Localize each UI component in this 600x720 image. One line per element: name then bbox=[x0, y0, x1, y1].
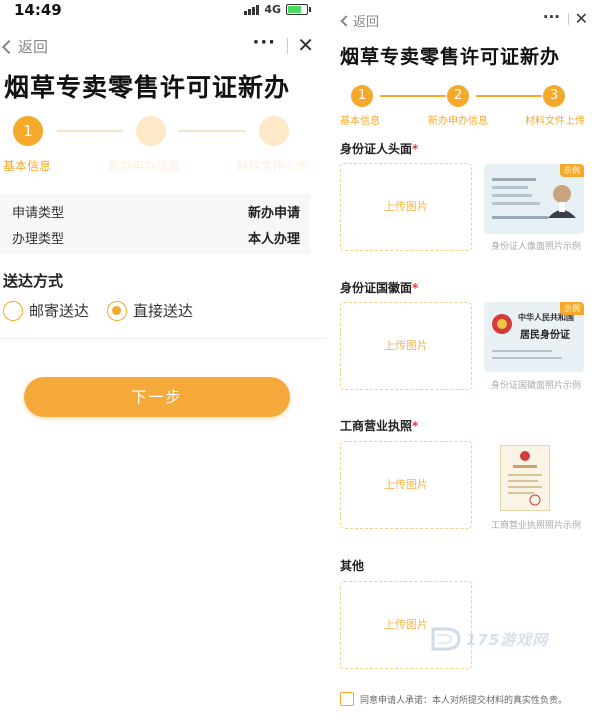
close-icon[interactable]: ✕ bbox=[297, 33, 314, 57]
upload-id-front[interactable]: 上传图片 bbox=[340, 163, 472, 251]
required-mark: * bbox=[412, 281, 419, 295]
step-connector bbox=[57, 130, 123, 132]
section-title-text: 身份证国徽面 bbox=[340, 281, 413, 295]
step-2-label: 新办申办信息 bbox=[108, 159, 181, 173]
step-1-label: 基本信息 bbox=[3, 159, 52, 173]
more-icon[interactable]: ··· bbox=[252, 32, 276, 53]
page-title: 烟草专卖零售许可证新办 bbox=[340, 46, 561, 68]
step-indicator: 1 2 3 基本信息 新办申办信息 材料文件上传 bbox=[326, 82, 600, 127]
radio-mail-delivery[interactable]: 邮寄送达 bbox=[3, 300, 89, 321]
required-mark: * bbox=[412, 419, 419, 433]
section-title-id-front: 身份证人头面* bbox=[340, 140, 418, 157]
section-title-other: 其他 bbox=[340, 557, 364, 574]
sample-tag: 示例 bbox=[560, 302, 584, 315]
right-nav-bar: 返回 ··· ✕ bbox=[326, 8, 600, 34]
info-value: 本人办理 bbox=[247, 232, 300, 247]
step-3-circle: 3 bbox=[543, 85, 565, 107]
page-title: 烟草专卖零售许可证新办 bbox=[4, 73, 291, 102]
application-info-card: 申请类型 新办申请 办理类型 本人办理 bbox=[0, 194, 310, 254]
close-icon[interactable]: ✕ bbox=[575, 9, 588, 28]
section-title-text: 工商营业执照 bbox=[340, 419, 413, 433]
network-type: 4G bbox=[264, 3, 281, 16]
info-key: 办理类型 bbox=[12, 232, 65, 247]
next-step-button[interactable]: 下一步 bbox=[24, 377, 290, 417]
agreement-text: 同意申请人承诺：本人对所提交材料的真实性负责。 bbox=[360, 695, 568, 706]
back-label: 返回 bbox=[353, 15, 380, 30]
step-1-circle: 1 bbox=[351, 85, 373, 107]
upload-other[interactable]: 上传图片 bbox=[340, 581, 472, 669]
radio-direct-delivery[interactable]: 直接送达 bbox=[107, 300, 193, 321]
agreement-row[interactable]: 同意申请人承诺：本人对所提交材料的真实性负责。 bbox=[340, 692, 567, 706]
sample-tag: 示例 bbox=[560, 164, 584, 177]
step-connector bbox=[476, 95, 542, 97]
id-back-sample-image: 中华人民共和国 居民身份证 示例 bbox=[484, 302, 584, 372]
radio-label: 邮寄送达 bbox=[29, 302, 90, 320]
upload-id-back[interactable]: 上传图片 bbox=[340, 302, 472, 390]
watermark: 175游戏网 bbox=[430, 626, 548, 652]
nav-divider bbox=[287, 38, 288, 54]
step-1-label: 基本信息 bbox=[340, 116, 380, 127]
battery-icon bbox=[286, 4, 311, 15]
info-value: 新办申请 bbox=[247, 206, 300, 221]
id-back-card-text: 居民身份证 bbox=[520, 330, 570, 341]
info-key: 申请类型 bbox=[12, 206, 65, 221]
status-bar: 14:49 4G bbox=[0, 0, 326, 22]
chevron-left-icon bbox=[340, 14, 352, 27]
id-front-sample-image: 示例 bbox=[484, 164, 584, 234]
business-license-sample-image bbox=[500, 445, 550, 511]
step-1-circle: 1 bbox=[13, 116, 43, 146]
section-title-text: 其他 bbox=[340, 559, 365, 573]
section-title-id-back: 身份证国徽面* bbox=[340, 279, 418, 296]
step-3-label: 材料文件上传 bbox=[236, 159, 309, 173]
section-title-text: 身份证人头面 bbox=[340, 142, 413, 156]
step-2-label: 新办申办信息 bbox=[428, 116, 488, 127]
chevron-left-icon bbox=[1, 39, 17, 54]
left-nav-bar: 返回 ··· ✕ bbox=[0, 30, 326, 62]
delivery-title: 送达方式 bbox=[3, 272, 64, 290]
step-2-circle: 2 bbox=[447, 85, 469, 107]
radio-label: 直接送达 bbox=[133, 302, 194, 320]
section-title-business-license: 工商营业执照* bbox=[340, 417, 418, 434]
watermark-text: 175游戏网 bbox=[466, 630, 549, 649]
nav-divider bbox=[568, 13, 569, 25]
sample-caption: 身份证国徽面照片示例 bbox=[490, 381, 581, 391]
back-label: 返回 bbox=[18, 38, 49, 56]
step-3-circle bbox=[259, 116, 289, 146]
left-screen: 14:49 4G 返回 ··· ✕ 烟草专卖零售许可证新办 1 基本信息 新办申… bbox=[0, 0, 326, 720]
radio-checked-icon bbox=[107, 300, 127, 321]
signal-icon bbox=[244, 4, 260, 15]
back-button[interactable]: 返回 bbox=[1, 36, 49, 57]
right-screen: 返回 ··· ✕ 烟草专卖零售许可证新办 1 2 3 基本信息 新办申办信息 材… bbox=[326, 0, 600, 720]
step-2-circle bbox=[136, 116, 166, 146]
upload-business-license[interactable]: 上传图片 bbox=[340, 441, 472, 529]
sample-caption: 工商营业执照照片示例 bbox=[490, 521, 581, 531]
more-icon[interactable]: ··· bbox=[543, 8, 560, 26]
status-indicators: 4G bbox=[244, 3, 311, 16]
step-indicator: 1 基本信息 新办申办信息 材料文件上传 bbox=[0, 112, 326, 178]
step-connector bbox=[178, 130, 246, 132]
status-time: 14:49 bbox=[14, 1, 62, 19]
step-3-label: 材料文件上传 bbox=[525, 116, 585, 127]
sample-caption: 身份证人像面照片示例 bbox=[490, 242, 581, 252]
back-button[interactable]: 返回 bbox=[340, 11, 380, 30]
watermark-logo-icon bbox=[431, 627, 461, 651]
step-connector bbox=[380, 95, 446, 97]
divider bbox=[0, 338, 326, 339]
radio-unchecked-icon bbox=[3, 300, 23, 321]
license-document-icon bbox=[508, 451, 542, 506]
checkbox-unchecked-icon[interactable] bbox=[340, 692, 354, 706]
required-mark: * bbox=[412, 142, 419, 156]
